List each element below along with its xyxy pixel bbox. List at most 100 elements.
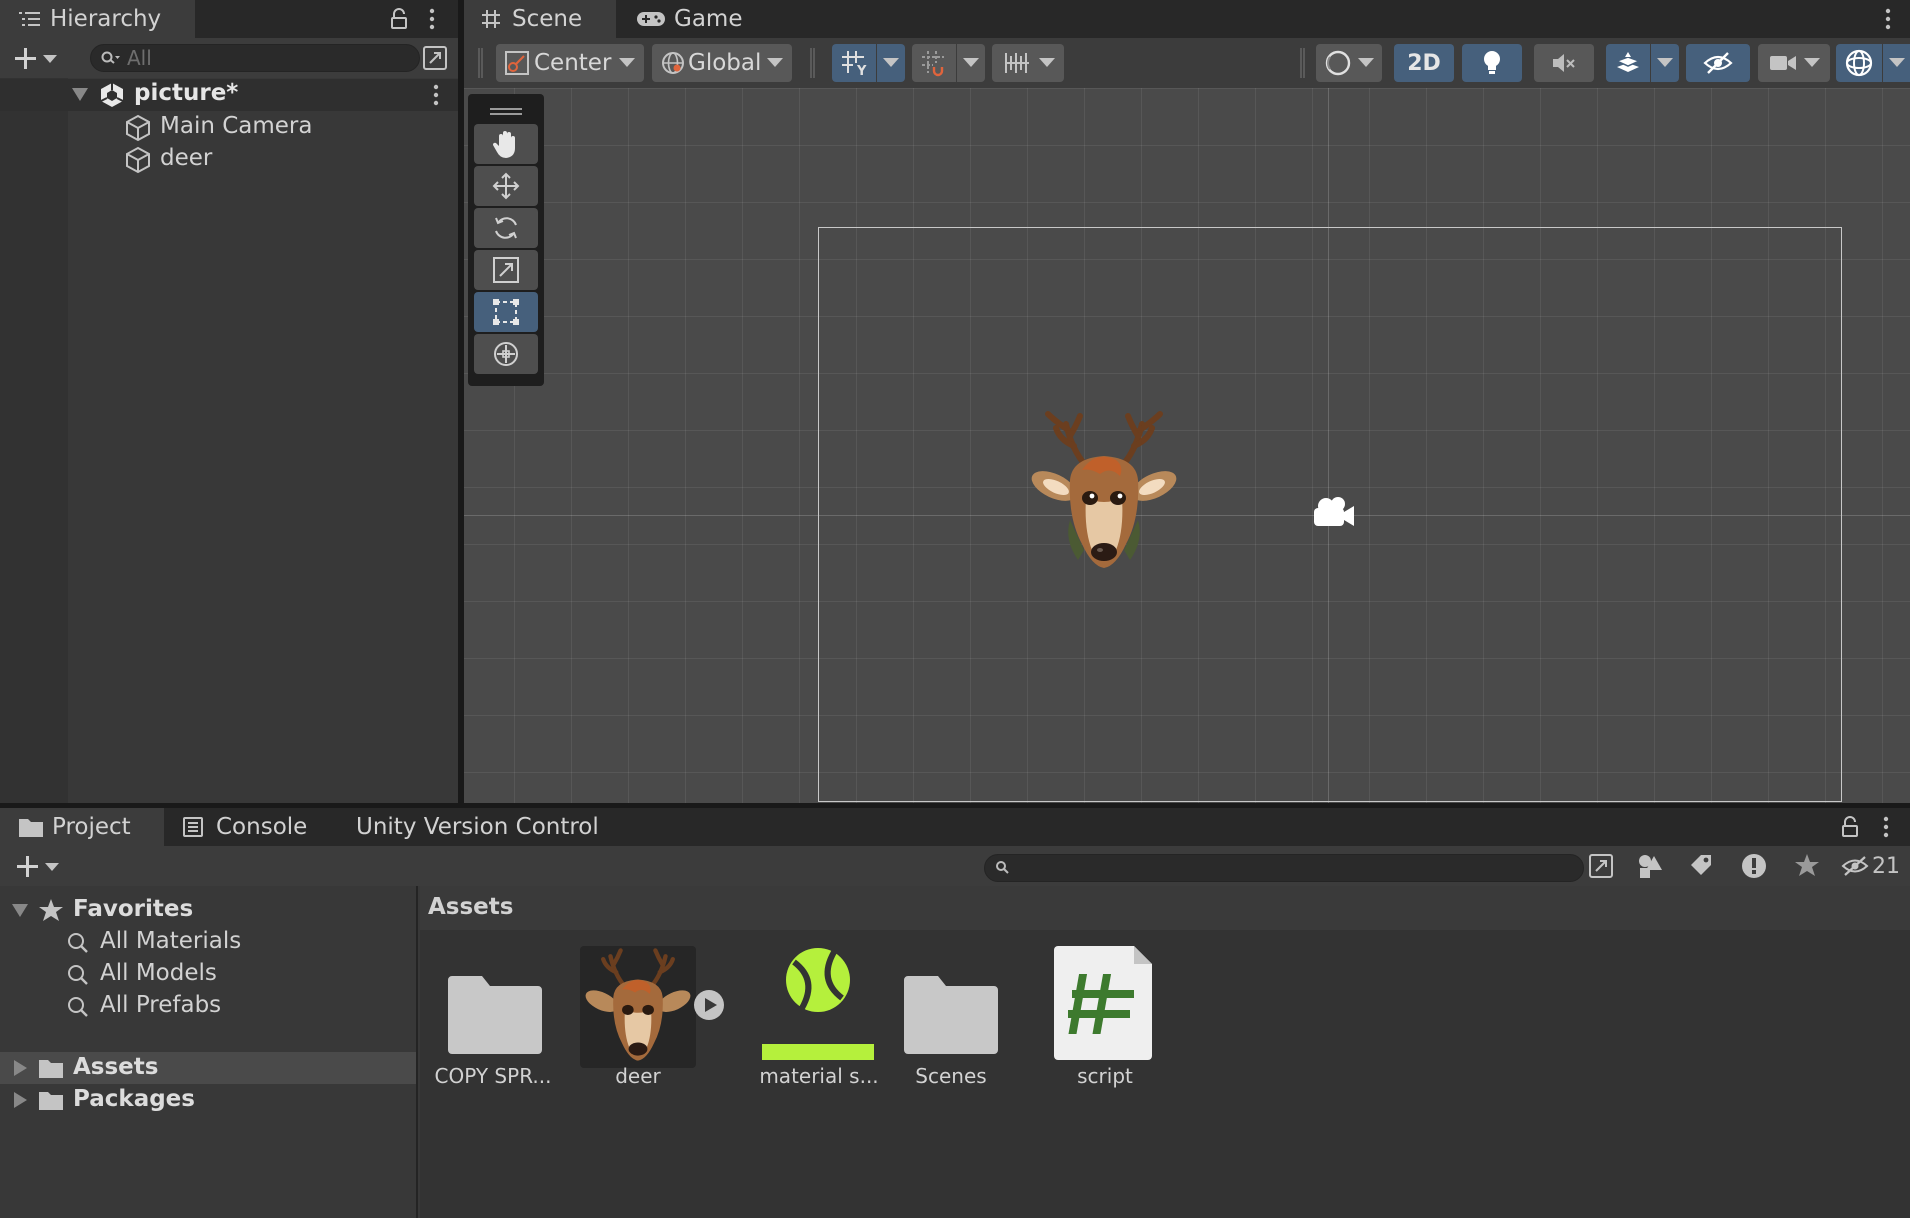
grid-snap-magnet-icon: [920, 49, 948, 77]
toggle-2d-label: 2D: [1407, 50, 1441, 76]
more-options-icon[interactable]: [1882, 816, 1890, 838]
scene-row[interactable]: picture*: [0, 79, 458, 111]
scene-more-options-icon[interactable]: [432, 84, 440, 106]
camera-settings-dropdown[interactable]: [1758, 44, 1830, 82]
audio-toggle-button[interactable]: [1534, 44, 1594, 82]
tab-project[interactable]: Project: [0, 808, 164, 846]
breadcrumb[interactable]: Assets: [428, 894, 513, 920]
increment-snap-dropdown[interactable]: [992, 44, 1064, 82]
folder-icon: [18, 816, 44, 838]
toolbar-drag-handle: [478, 48, 483, 78]
tab-unity-version-control[interactable]: Unity Version Control: [340, 808, 610, 846]
pivot-center-icon: [504, 50, 530, 76]
asset-label: script: [1077, 1064, 1133, 1088]
gamepad-icon: [636, 9, 666, 29]
tree-item-packages[interactable]: Packages: [0, 1084, 416, 1116]
star-icon: [38, 897, 64, 923]
add-dropdown-button[interactable]: [14, 46, 60, 70]
asset-item-deer[interactable]: deer: [580, 946, 730, 1106]
svg-text:Y: Y: [856, 64, 867, 77]
hidden-packages-count: 21: [1872, 853, 1900, 879]
hierarchy-item-deer[interactable]: deer: [0, 143, 458, 175]
effects-toggle-button[interactable]: [1606, 44, 1650, 82]
favorite-item-all-models[interactable]: All Models: [0, 958, 416, 990]
pivot-rotation-dropdown[interactable]: Global: [652, 44, 792, 82]
game-tab-label: Game: [674, 6, 743, 32]
lock-icon[interactable]: [389, 8, 409, 30]
transform-tool-button[interactable]: [474, 334, 538, 374]
tree-item-label: Packages: [73, 1086, 195, 1112]
camera-gizmo-icon[interactable]: [1310, 494, 1360, 530]
tab-scene[interactable]: Scene: [464, 0, 616, 38]
foldout-expanded-icon[interactable]: [72, 88, 88, 102]
foldout-collapsed-icon[interactable]: [14, 1060, 28, 1076]
hierarchy-search-input[interactable]: All: [90, 44, 420, 72]
search-expand-icon[interactable]: [422, 45, 448, 71]
favorite-item-all-materials[interactable]: All Materials: [0, 926, 416, 958]
hierarchy-tab-bar: Hierarchy: [0, 0, 458, 38]
lock-icon[interactable]: [1840, 816, 1860, 838]
warning-filter-icon[interactable]: [1740, 852, 1768, 880]
tab-hierarchy[interactable]: Hierarchy: [0, 0, 195, 38]
lighting-toggle-button[interactable]: [1462, 44, 1522, 82]
grid-snap-y-icon: Y: [840, 49, 868, 77]
hierarchy-search-placeholder: All: [127, 46, 152, 70]
chevron-down-icon: [1657, 58, 1673, 68]
grid-axis-dropdown[interactable]: [877, 44, 905, 82]
toggle-2d-button[interactable]: 2D: [1394, 44, 1454, 82]
favorites-row[interactable]: Favorites: [0, 894, 416, 926]
breadcrumb-bar: Assets: [420, 886, 1910, 930]
asset-item-script[interactable]: script: [1040, 946, 1170, 1106]
project-tab-label: Project: [52, 814, 131, 840]
asset-item-copy-spr[interactable]: COPY SPR...: [428, 946, 558, 1106]
favorite-star-icon[interactable]: [1794, 852, 1820, 878]
filter-by-type-icon[interactable]: [1636, 852, 1664, 880]
project-panel: Project Console Unity Version Control 21…: [0, 806, 1910, 1218]
hierarchy-item-main-camera[interactable]: Main Camera: [0, 111, 458, 143]
unity-scene-icon: [99, 82, 125, 108]
hierarchy-item-label: Main Camera: [160, 113, 313, 139]
create-asset-dropdown-button[interactable]: [16, 854, 62, 878]
more-options-icon[interactable]: [1884, 8, 1892, 30]
more-options-icon[interactable]: [428, 8, 436, 30]
tab-game[interactable]: Game: [616, 0, 756, 38]
tab-console[interactable]: Console: [164, 808, 334, 846]
pivot-rotation-label: Global: [688, 50, 762, 76]
search-expand-icon[interactable]: [1588, 853, 1614, 879]
move-tool-button[interactable]: [474, 166, 538, 206]
foldout-collapsed-icon[interactable]: [14, 1092, 28, 1108]
toolbar-separator: [810, 48, 815, 78]
draw-mode-dropdown[interactable]: [1316, 44, 1382, 82]
tree-item-assets[interactable]: Assets: [0, 1052, 416, 1084]
hierarchy-gutter: [0, 78, 68, 803]
deer-sprite[interactable]: [1024, 410, 1184, 578]
transform-combined-icon: [491, 339, 521, 369]
rotate-icon: [491, 213, 521, 243]
gizmos-dropdown[interactable]: [1883, 44, 1910, 82]
asset-label: COPY SPR...: [434, 1064, 552, 1088]
scale-tool-button[interactable]: [474, 250, 538, 290]
filter-by-label-icon[interactable]: [1688, 852, 1714, 878]
expand-play-icon[interactable]: [692, 988, 726, 1022]
scene-viewport[interactable]: [464, 88, 1910, 803]
hand-tool-button[interactable]: [474, 124, 538, 164]
grid-snapping-button[interactable]: [912, 44, 956, 82]
rect-tool-button[interactable]: [474, 292, 538, 332]
scene-visibility-toggle-button[interactable]: [1686, 44, 1750, 82]
favorite-item-all-prefabs[interactable]: All Prefabs: [0, 990, 416, 1022]
rotate-tool-button[interactable]: [474, 208, 538, 248]
grid-snap-dropdown[interactable]: [957, 44, 985, 82]
project-search-input[interactable]: [984, 854, 1584, 882]
pivot-mode-dropdown[interactable]: Center: [496, 44, 644, 82]
hidden-packages-toggle[interactable]: 21: [1840, 850, 1900, 882]
foldout-expanded-icon[interactable]: [12, 904, 28, 918]
asset-item-scenes[interactable]: Scenes: [886, 946, 1016, 1106]
grid-visibility-button[interactable]: Y: [832, 44, 876, 82]
asset-item-material[interactable]: material s...: [752, 946, 882, 1106]
gizmos-toggle-button[interactable]: [1836, 44, 1882, 82]
chevron-down-icon: [883, 58, 899, 68]
effects-dropdown[interactable]: [1651, 44, 1679, 82]
favorite-item-label: All Prefabs: [100, 992, 222, 1018]
eye-crossed-icon: [1840, 854, 1870, 878]
scene-toolbar: Center Global Y 2D: [464, 38, 1910, 88]
